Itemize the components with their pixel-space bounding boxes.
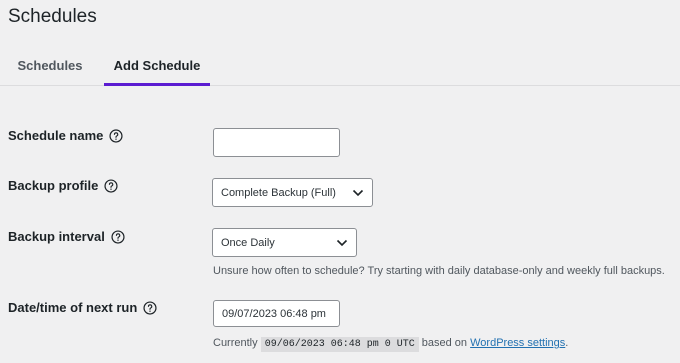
chevron-down-icon [352,189,364,196]
help-circle-icon[interactable] [111,229,125,244]
backup-profile-selected: Complete Backup (Full) [221,186,336,199]
next-run-hint-suffix: . [565,337,569,349]
backup-profile-label-row: Backup profile [8,178,118,193]
schedule-name-label: Schedule name [8,128,104,143]
help-circle-icon[interactable] [109,128,123,143]
current-time-code: 09/06/2023 06:48 pm 0 UTC [260,337,419,352]
help-circle-icon[interactable] [143,300,157,315]
backup-interval-selected: Once Daily [221,236,275,249]
backup-interval-select[interactable]: Once Daily [212,228,357,257]
next-run-hint-prefix: Currently [213,337,258,349]
tab-schedules[interactable]: Schedules [8,48,92,86]
backup-interval-hint: Unsure how often to schedule? Try starti… [213,265,665,277]
backup-profile-label: Backup profile [8,178,99,193]
chevron-down-icon [336,239,348,246]
tab-bar: Schedules Add Schedule [0,48,680,86]
next-run-hint-middle: based on [421,337,468,349]
next-run-hint: Currently 09/06/2023 06:48 pm 0 UTC base… [213,337,569,352]
tab-add-schedule[interactable]: Add Schedule [104,48,210,86]
schedule-name-label-row: Schedule name [8,128,123,143]
next-run-label-row: Date/time of next run [8,300,157,315]
help-circle-icon[interactable] [104,178,118,193]
next-run-label: Date/time of next run [8,300,138,315]
schedule-name-input[interactable] [213,128,340,157]
backup-interval-label-row: Backup interval [8,229,125,244]
wordpress-settings-link[interactable]: WordPress settings [470,337,565,349]
page-title: Schedules [8,6,97,27]
page: Schedules Schedules Add Schedule Schedul… [0,0,680,363]
backup-interval-label: Backup interval [8,229,105,244]
backup-profile-select[interactable]: Complete Backup (Full) [212,178,373,207]
next-run-input[interactable] [213,300,340,327]
